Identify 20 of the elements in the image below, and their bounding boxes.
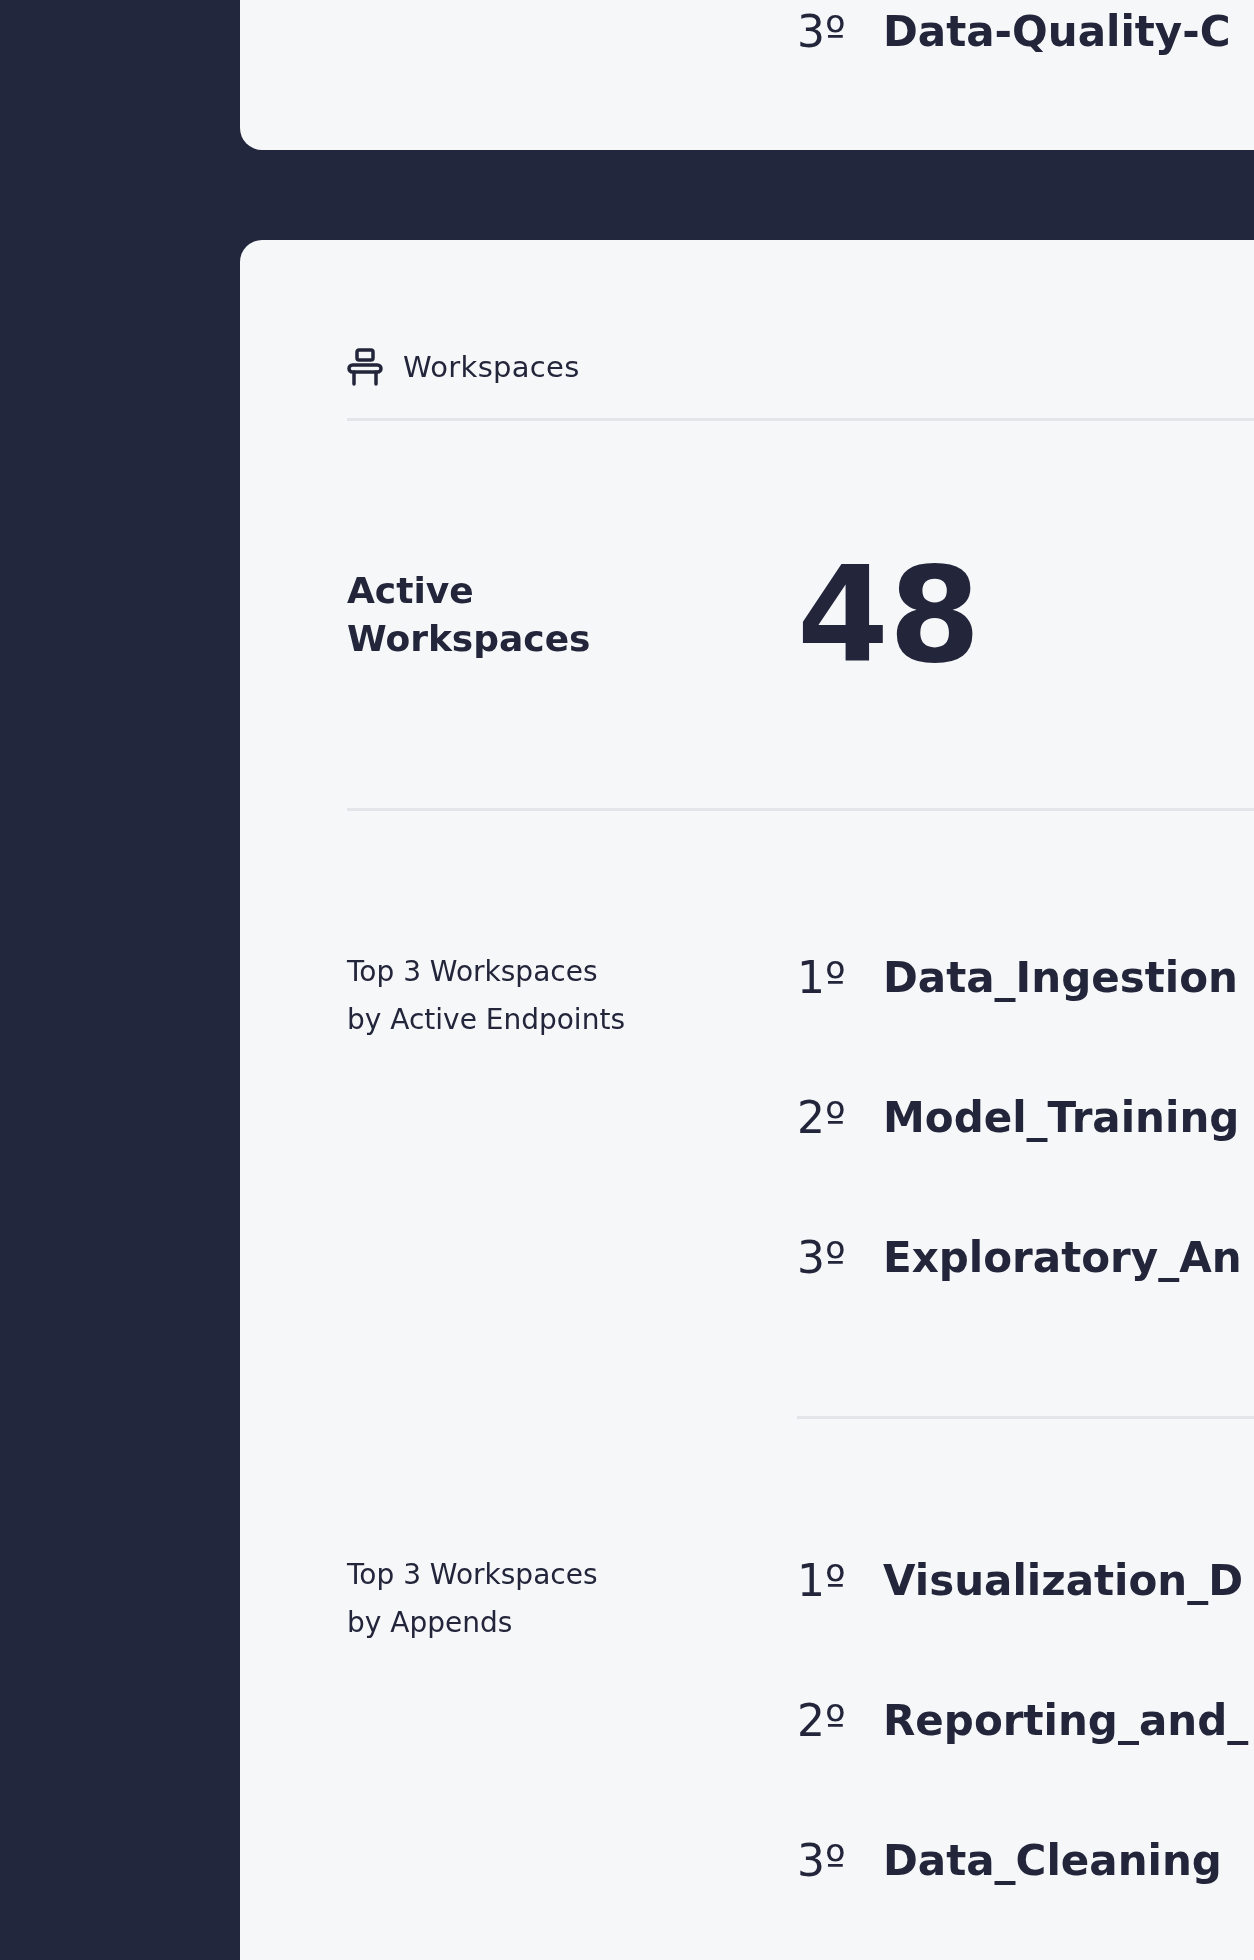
rank-number: 3º <box>797 1834 847 1886</box>
workspace-name: Data-Quality-C <box>883 6 1231 56</box>
workspace-name: Reporting_and_ <box>883 1695 1249 1745</box>
rank-number: 3º <box>797 5 847 57</box>
section-title: Workspaces <box>403 350 580 384</box>
desk-icon <box>347 348 383 386</box>
workspace-name: Model_Training <box>883 1092 1240 1142</box>
rank-number: 2º <box>797 1091 847 1143</box>
workspace-name: Visualization_D <box>883 1555 1244 1605</box>
ranking-label: Top 3 Workspaces by Appends <box>347 1557 599 1641</box>
workspace-name: Data_Ingestion <box>883 952 1238 1002</box>
ranking-label: Top 3 Workspaces by Active Endpoints <box>347 954 626 1038</box>
rank-number: 1º <box>797 1554 847 1606</box>
metric-label: Active Workspaces <box>347 568 592 661</box>
workspace-name: Exploratory_An <box>883 1232 1242 1282</box>
metric-value: 48 <box>797 548 981 681</box>
workspace-name: Data_Cleaning <box>883 1835 1222 1885</box>
rank-number: 2º <box>797 1694 847 1746</box>
rank-number: 3º <box>797 1231 847 1283</box>
rank-number: 1º <box>797 951 847 1003</box>
